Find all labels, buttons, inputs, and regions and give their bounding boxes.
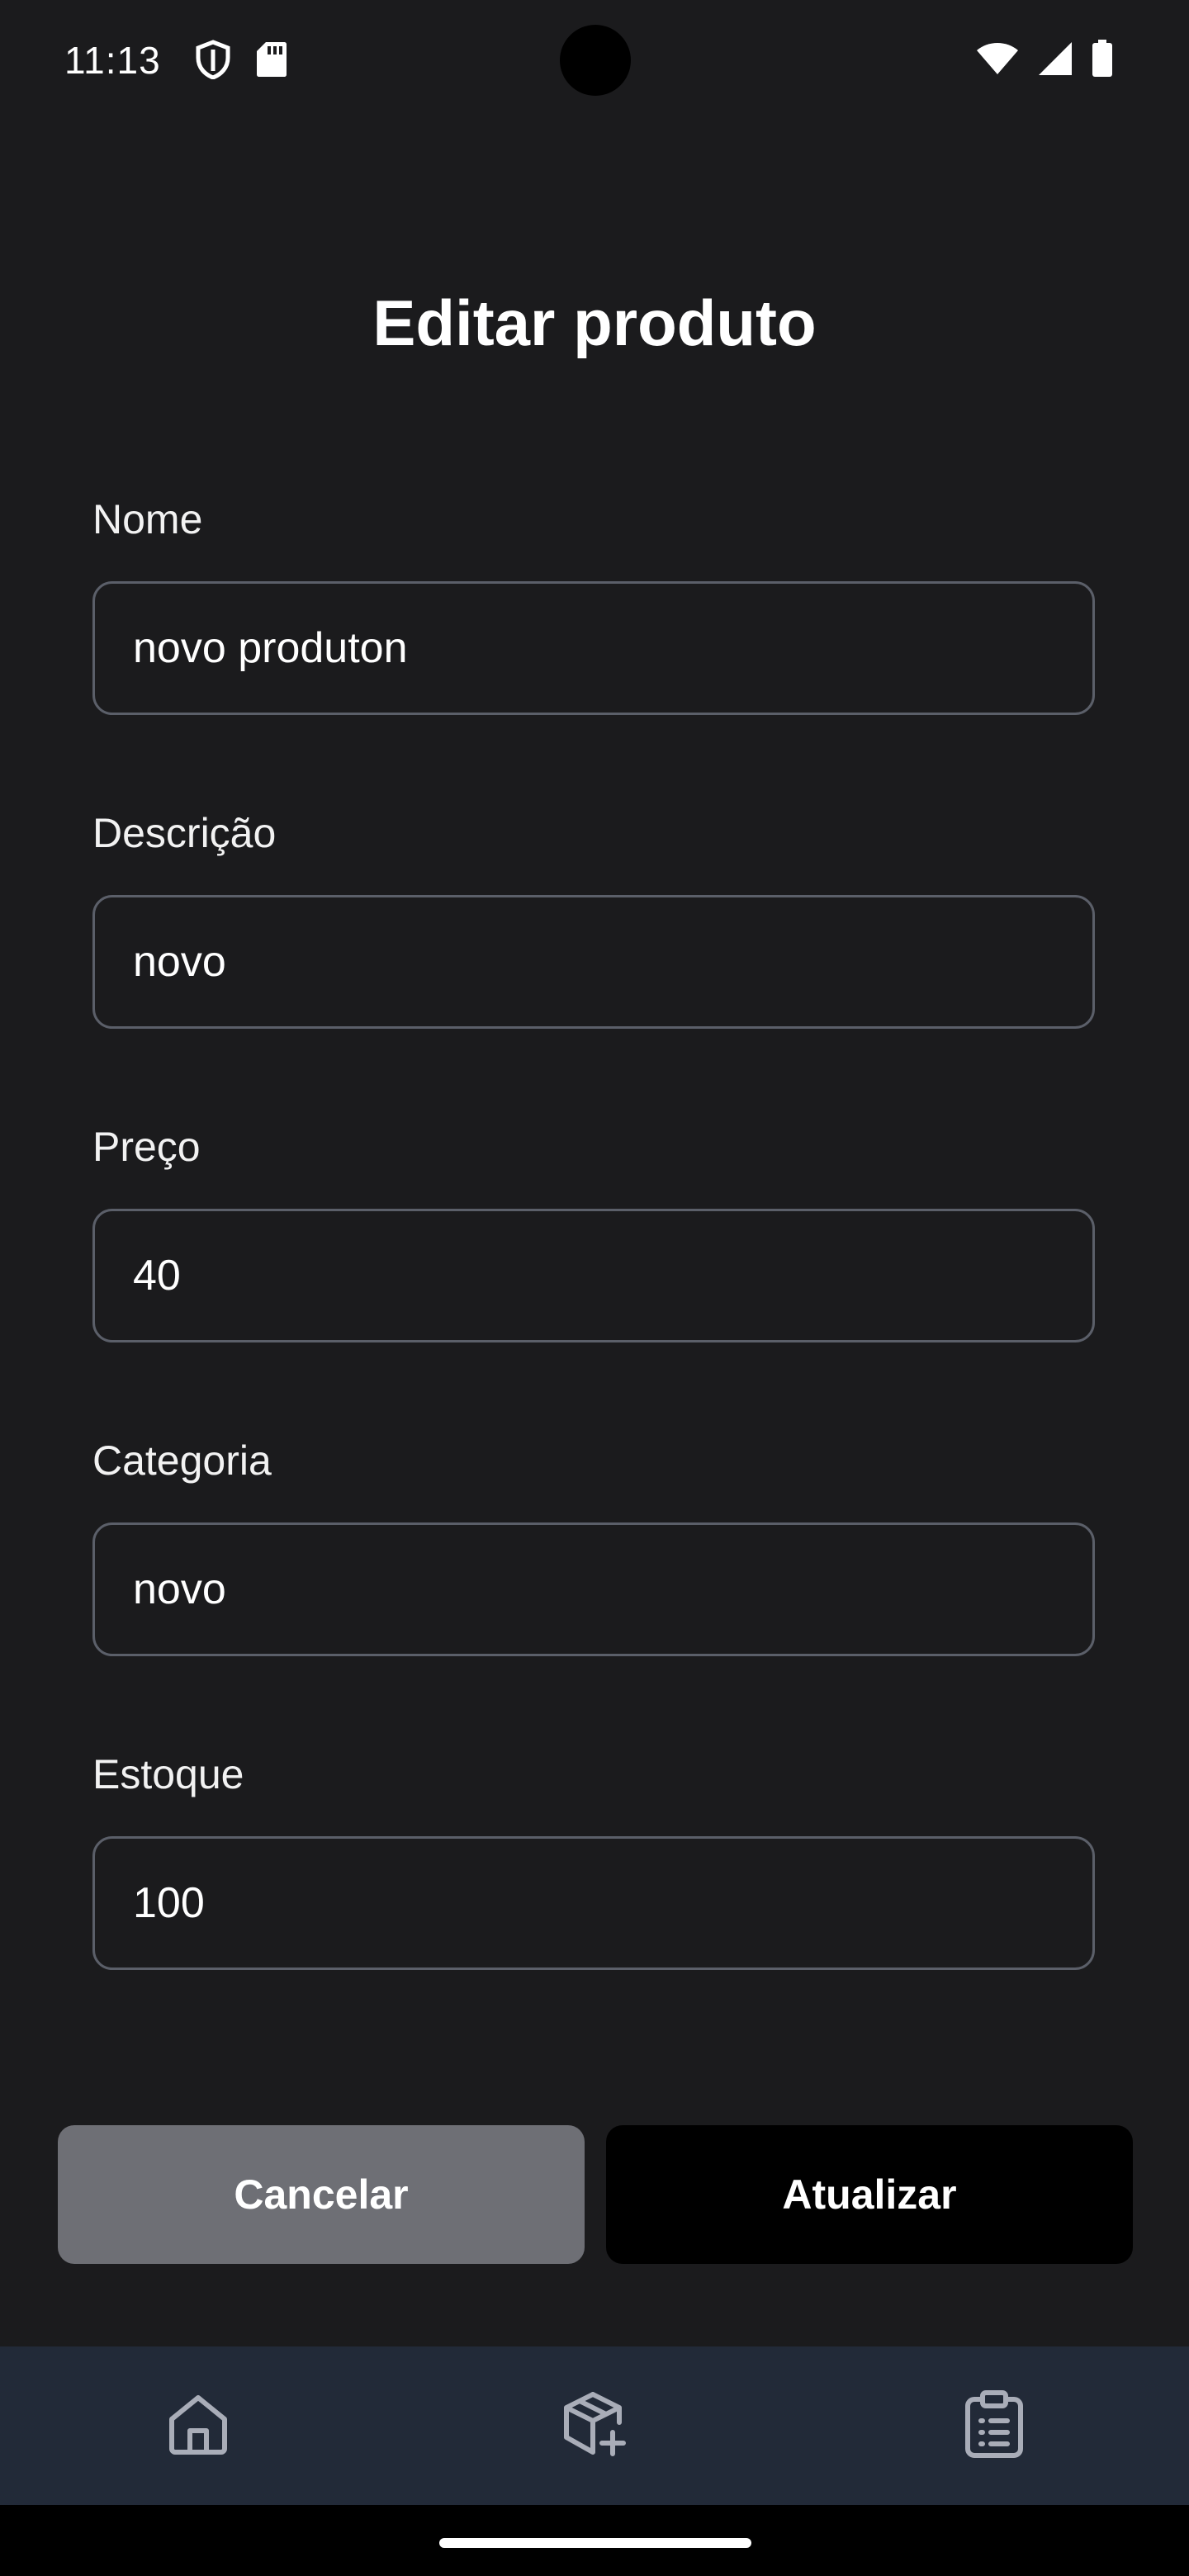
price-input-value: 40: [133, 1252, 181, 1300]
update-button[interactable]: Atualizar: [606, 2125, 1133, 2264]
name-input[interactable]: novo produton: [92, 581, 1095, 715]
edit-product-screen: 11:13 Editar produto Nome novo produton …: [0, 0, 1189, 2576]
update-button-label: Atualizar: [782, 2171, 957, 2218]
nav-home[interactable]: [116, 2346, 281, 2505]
status-right-icons: [976, 40, 1113, 82]
shield-icon: [195, 40, 231, 83]
description-input[interactable]: novo: [92, 895, 1095, 1029]
category-input-value: novo: [133, 1565, 226, 1613]
page-title: Editar produto: [372, 286, 817, 359]
status-time: 11:13: [64, 39, 161, 82]
cancel-button-label: Cancelar: [234, 2171, 409, 2218]
cancel-button[interactable]: Cancelar: [58, 2125, 585, 2264]
wifi-icon: [976, 41, 1019, 80]
category-input[interactable]: novo: [92, 1522, 1095, 1656]
package-add-icon: [560, 2389, 629, 2463]
signal-icon: [1037, 40, 1073, 81]
description-input-value: novo: [133, 938, 226, 986]
price-label: Preço: [92, 1124, 201, 1170]
camera-cutout: [560, 25, 631, 96]
status-bar: 11:13: [0, 0, 1189, 116]
category-label: Categoria: [92, 1437, 272, 1484]
sd-card-icon: [256, 40, 287, 83]
stock-label: Estoque: [92, 1751, 244, 1797]
stock-input[interactable]: 100: [92, 1836, 1095, 1970]
status-left-icons: [195, 40, 287, 83]
nav-add-product[interactable]: [512, 2346, 677, 2505]
clipboard-list-icon: [963, 2389, 1026, 2463]
description-label: Descrição: [92, 810, 277, 856]
bottom-nav: [0, 2346, 1189, 2505]
price-input[interactable]: 40: [92, 1209, 1095, 1342]
battery-icon: [1092, 40, 1113, 82]
name-label: Nome: [92, 496, 203, 542]
home-icon: [165, 2391, 231, 2461]
stock-input-value: 100: [133, 1879, 205, 1927]
home-gesture-bar[interactable]: [439, 2538, 751, 2548]
name-input-value: novo produton: [133, 624, 408, 672]
gesture-area: [0, 2505, 1189, 2576]
nav-orders[interactable]: [912, 2346, 1077, 2505]
